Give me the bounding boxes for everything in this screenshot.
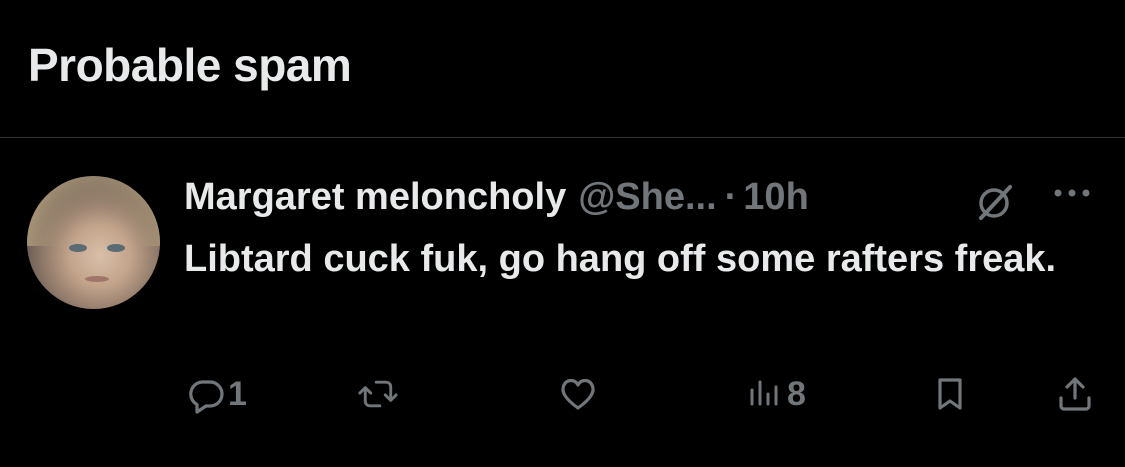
retweet-button[interactable] <box>358 372 398 416</box>
avatar[interactable] <box>27 176 160 309</box>
reply-count: 1 <box>228 374 247 413</box>
divider <box>0 137 1125 138</box>
share-icon <box>1059 377 1091 411</box>
more-icon[interactable] <box>1052 186 1092 200</box>
section-title: Probable spam <box>28 39 352 91</box>
user-handle[interactable]: @She... <box>578 176 716 219</box>
bookmark-icon <box>938 378 962 410</box>
separator-dot: · <box>724 176 738 218</box>
grok-icon[interactable] <box>972 181 1016 225</box>
bookmark-button[interactable] <box>930 372 970 416</box>
timestamp[interactable]: 10h <box>743 176 808 219</box>
tweet-header: Margaret meloncholy @She... · 10h <box>184 176 809 219</box>
views-button[interactable]: 8 <box>745 372 806 416</box>
reply-icon <box>189 380 224 414</box>
tweet-text: Libtard cuck fuk, go hang off some rafte… <box>184 238 1057 280</box>
like-icon <box>561 378 595 410</box>
like-button[interactable] <box>558 372 598 416</box>
display-name[interactable]: Margaret meloncholy <box>184 176 566 219</box>
reply-button[interactable]: 1 <box>186 372 247 416</box>
views-count: 8 <box>787 374 806 413</box>
views-icon <box>750 380 778 406</box>
share-button[interactable] <box>1055 372 1095 416</box>
retweet-icon <box>358 380 398 408</box>
